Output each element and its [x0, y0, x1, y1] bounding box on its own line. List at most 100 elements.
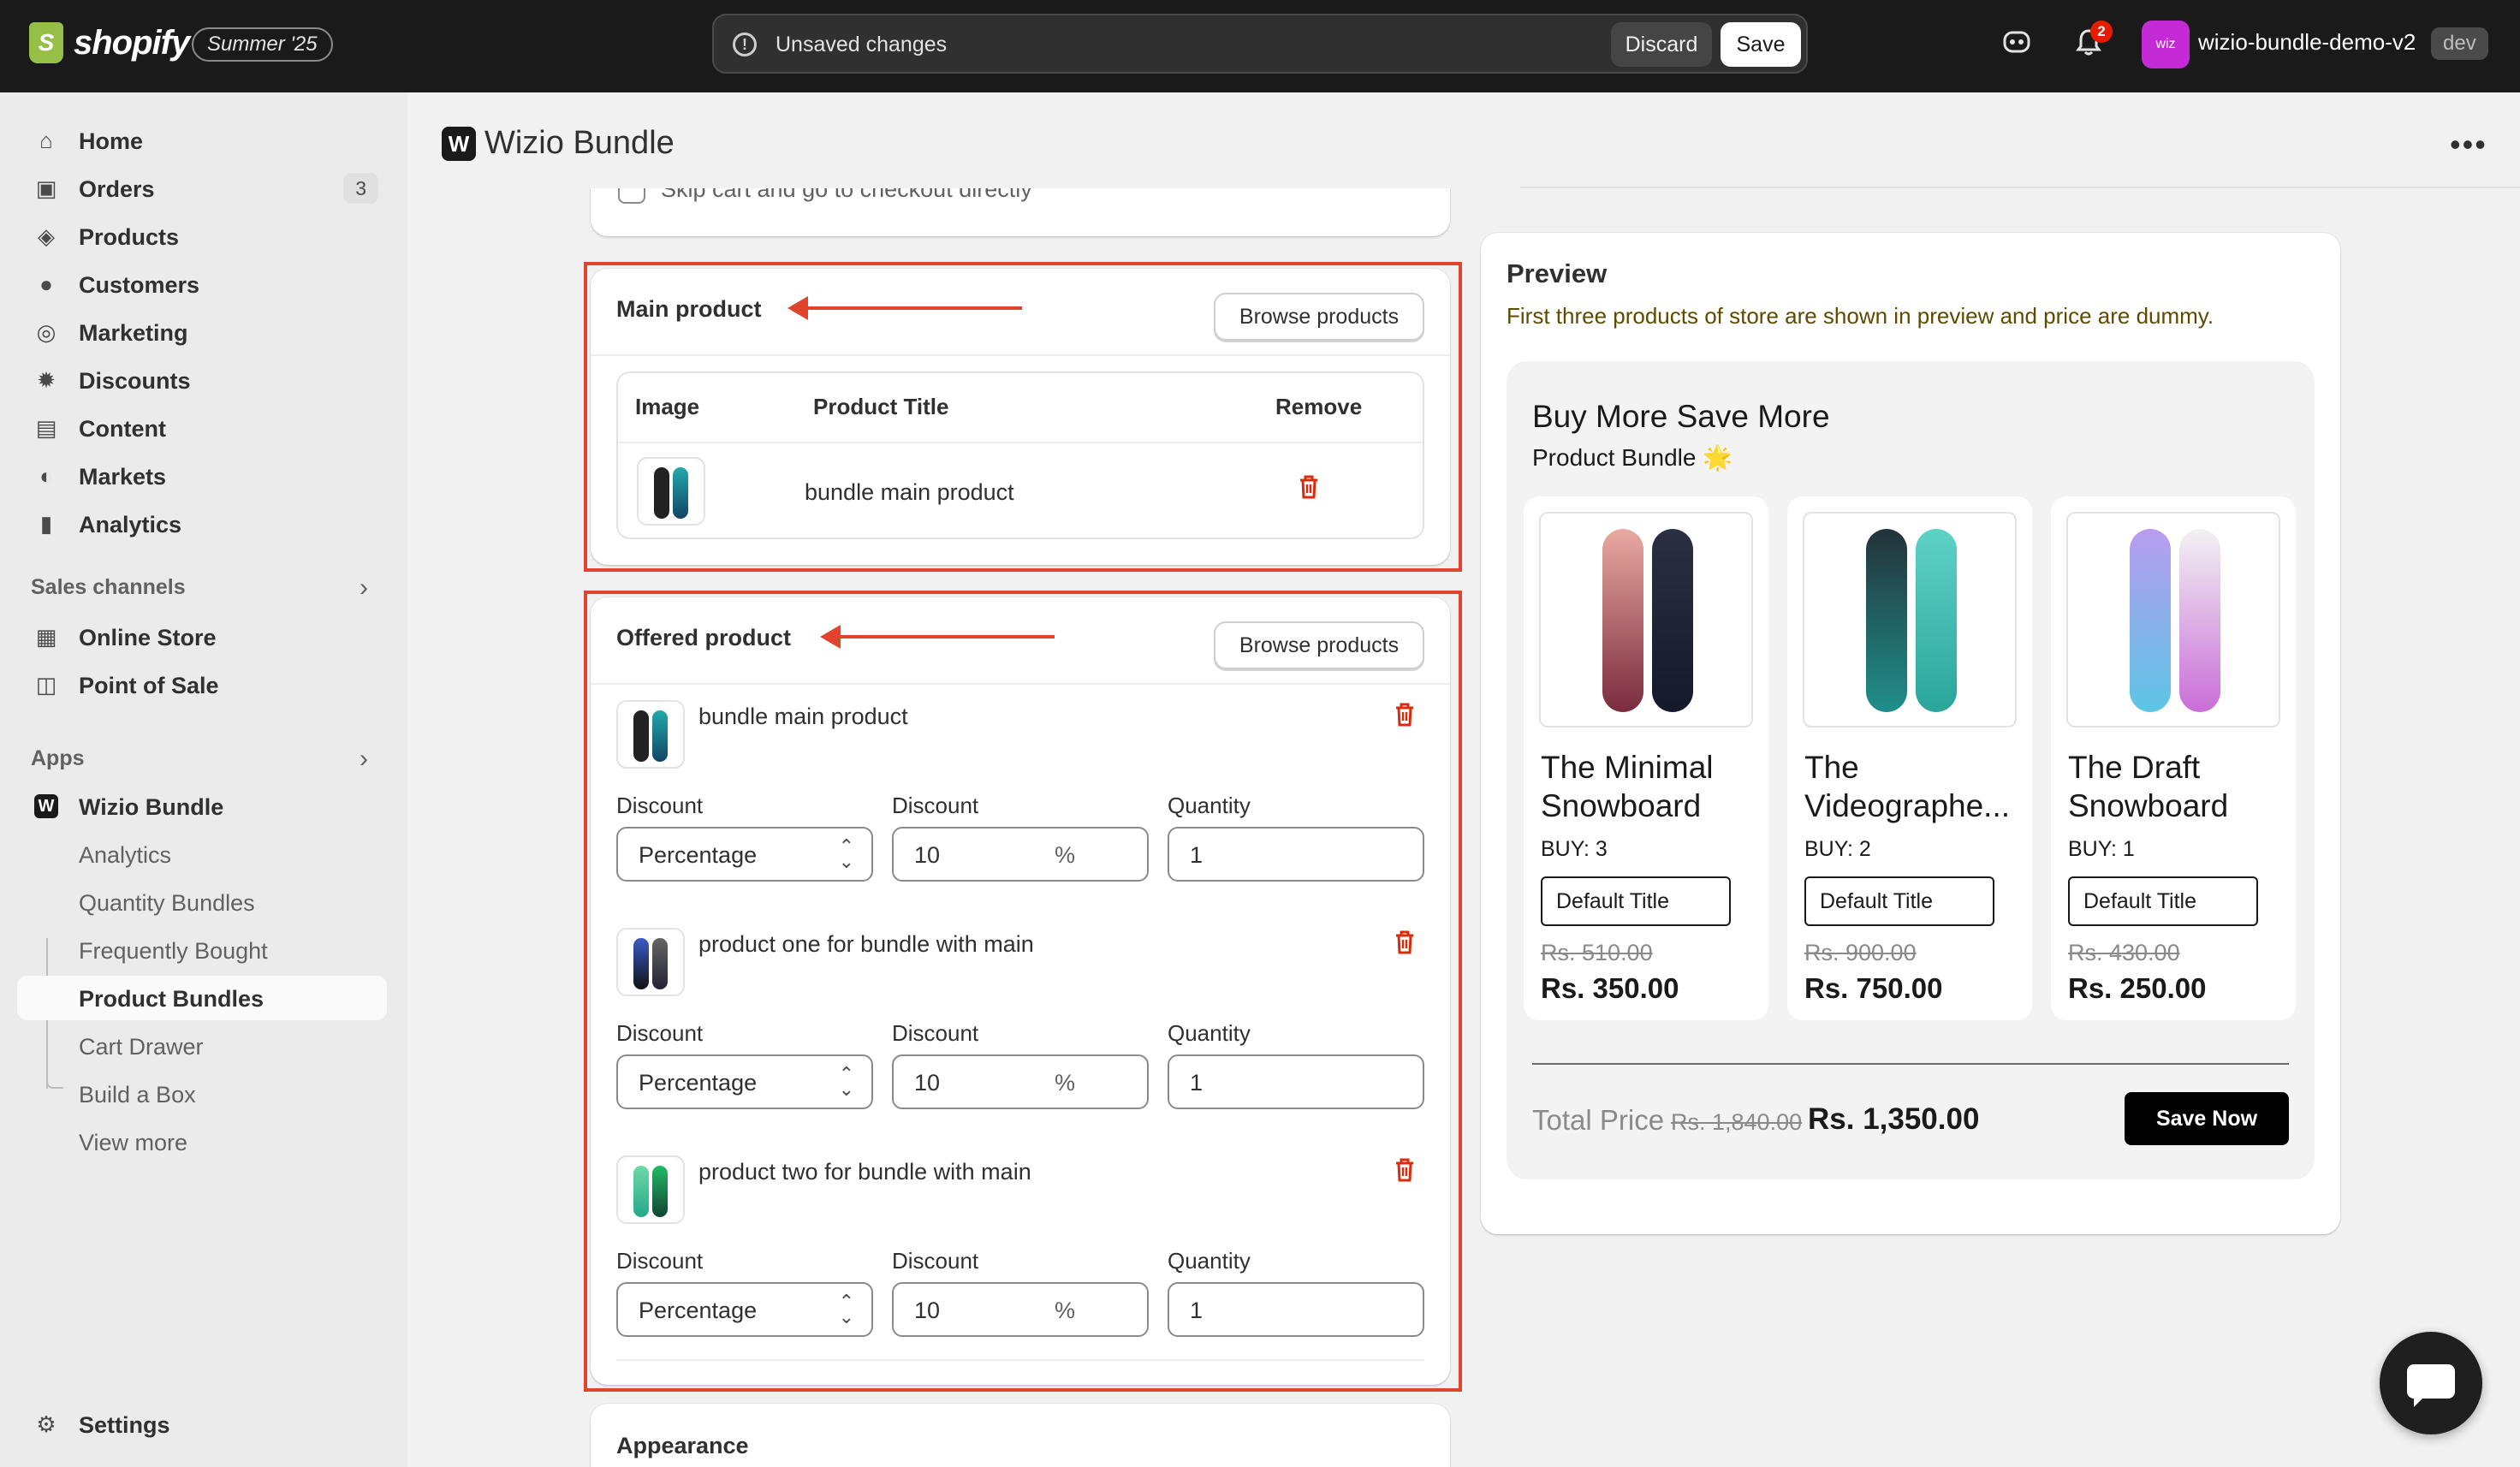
bar-chart-icon: ▮ [39, 511, 53, 537]
store-name[interactable]: wizio-bundle-demo-v2 [2198, 29, 2416, 56]
sidebar-item-marketing[interactable]: ◎ Marketing [17, 310, 387, 354]
quantity-input[interactable]: 1 [1168, 1282, 1424, 1337]
more-actions-icon[interactable]: ••• [2450, 127, 2487, 163]
sidebar-item-customers[interactable]: ● Customers [17, 262, 387, 306]
discount-value-input[interactable]: 10 % [892, 1054, 1149, 1109]
sidebar-subitem-cart-drawer[interactable]: Cart Drawer [17, 1024, 387, 1068]
sidebar-item-label: Markets [79, 464, 167, 490]
offered-product-title: Offered product [616, 625, 792, 650]
discount-type-select[interactable]: Percentage ⌃ ⌄ [616, 827, 873, 882]
quantity-input[interactable]: 1 [1168, 827, 1424, 882]
chevron-right-icon[interactable]: › [360, 573, 368, 603]
discard-button[interactable]: Discard [1611, 22, 1712, 67]
notification-count: 2 [2090, 21, 2113, 43]
browse-products-button[interactable]: Browse products [1214, 293, 1424, 341]
sidebar-item-content[interactable]: ▤ Content [17, 406, 387, 450]
sidebar-item-label: Customers [79, 272, 200, 298]
quantity-input[interactable]: 1 [1168, 1054, 1424, 1109]
snowboard-image [2130, 529, 2171, 712]
compare-at-price: Rs. 430.00 [2068, 940, 2180, 965]
sidebar-subitem-quantity-bundles[interactable]: Quantity Bundles [17, 880, 387, 924]
chevron-right-icon[interactable]: › [360, 745, 368, 774]
sidebar-item-settings[interactable]: ⚙ Settings [17, 1402, 387, 1446]
preview-title: Preview [1507, 258, 1608, 288]
discount-icon: ✹ [37, 367, 56, 393]
subitem-label: Frequently Bought [79, 938, 268, 964]
variant-select[interactable]: Default Title [2068, 876, 2258, 926]
sidebar-item-wizio-bundle[interactable]: W Wizio Bundle [17, 784, 387, 829]
store-avatar[interactable]: wiz [2142, 21, 2190, 68]
percent-suffix: % [1055, 842, 1076, 868]
total-compare-price: Rs. 1,840.00 [1671, 1109, 1803, 1135]
sidebar-item-analytics[interactable]: ▮ Analytics [17, 502, 387, 546]
trash-icon[interactable] [1298, 474, 1320, 500]
main-product-name: bundle main product [805, 479, 1014, 505]
column-header-image: Image [635, 394, 700, 419]
discount-value-input[interactable]: 10 % [892, 1282, 1149, 1337]
discount-type-select[interactable]: Percentage ⌃ ⌄ [616, 1054, 873, 1109]
sidebar-subitem-build-a-box[interactable]: Build a Box [17, 1072, 387, 1116]
discount-type-label: Discount [616, 1020, 704, 1046]
chat-button[interactable] [2380, 1332, 2482, 1434]
offered-product-name: bundle main product [698, 704, 908, 729]
sidebar-subitem-view-more[interactable]: View more [17, 1120, 387, 1164]
discount-type-select[interactable]: Percentage ⌃ ⌄ [616, 1282, 873, 1337]
save-now-button[interactable]: Save Now [2125, 1092, 2289, 1145]
sidebar-item-home[interactable]: ⌂ Home [17, 118, 387, 163]
appearance-card: Appearance [591, 1404, 1450, 1467]
subitem-label: Analytics [79, 842, 172, 868]
alert-circle-icon: ! [733, 33, 757, 56]
sidebar-item-orders[interactable]: ▣ Orders 3 [17, 166, 387, 211]
offered-product-card: Offered product Browse products bundle m… [591, 597, 1450, 1385]
store-icon: ▦ [35, 624, 57, 650]
variant-select[interactable]: Default Title [1541, 876, 1731, 926]
input-value: 10 [914, 842, 941, 868]
snowboard-image [1652, 529, 1693, 712]
chevron-up-down-icon: ⌃ ⌄ [838, 1291, 854, 1327]
apps-heading[interactable]: Apps [31, 746, 85, 771]
trash-icon[interactable] [1394, 1157, 1416, 1183]
sidebar-item-label: Products [79, 224, 180, 250]
sidebar-item-products[interactable]: ◈ Products [17, 214, 387, 258]
offered-product-thumbnail [616, 1155, 685, 1224]
compare-at-price: Rs. 900.00 [1804, 940, 1917, 965]
select-value: Percentage [639, 1070, 758, 1096]
percent-suffix: % [1055, 1298, 1076, 1323]
sidebar-item-online-store[interactable]: ▦ Online Store [17, 615, 387, 659]
snowboard-image [654, 467, 669, 519]
sidebar: ⌂ Home ▣ Orders 3 ◈ Products ● Customers… [0, 92, 407, 1467]
variant-select[interactable]: Default Title [1804, 876, 1994, 926]
input-value: 10 [914, 1070, 941, 1096]
sidebar-item-discounts[interactable]: ✹ Discounts [17, 358, 387, 402]
sidebar-item-markets[interactable]: ◐ Markets [17, 454, 387, 498]
sidebar-subitem-analytics[interactable]: Analytics [17, 832, 387, 876]
discount-value-input[interactable]: 10 % [892, 827, 1149, 882]
inbox-icon: ▣ [35, 175, 57, 201]
annotation-arrow [788, 296, 1022, 320]
sidebar-item-label: Analytics [79, 512, 182, 538]
sales-channels-heading[interactable]: Sales channels [31, 575, 186, 600]
sidebar-item-label: Orders [79, 176, 155, 202]
input-value: 1 [1190, 1070, 1204, 1096]
trash-icon[interactable] [1394, 929, 1416, 955]
total-price-label: Total Price [1532, 1104, 1665, 1136]
input-value: 10 [914, 1298, 941, 1323]
globe-icon: ◐ [39, 463, 53, 489]
save-button[interactable]: Save [1721, 22, 1801, 67]
buy-quantity: BUY: 2 [1804, 837, 1871, 861]
snowboard-image [652, 1166, 668, 1217]
chevron-up-down-icon: ⌃ ⌄ [838, 1063, 854, 1100]
sidebar-subitem-frequently-bought[interactable]: Frequently Bought [17, 928, 387, 972]
snowboard-image [1916, 529, 1957, 712]
trash-icon[interactable] [1394, 702, 1416, 728]
divider [618, 442, 1423, 443]
quantity-label: Quantity [1168, 793, 1251, 818]
edition-badge[interactable]: Summer '25 [192, 27, 333, 62]
sidekick-icon[interactable] [2000, 27, 2034, 62]
sidebar-subitem-product-bundles[interactable]: Product Bundles [17, 976, 387, 1020]
divider [616, 1359, 1424, 1361]
sidebar-item-point-of-sale[interactable]: ◫ Point of Sale [17, 662, 387, 707]
browse-products-button[interactable]: Browse products [1214, 621, 1424, 669]
shopify-logo[interactable]: shopify [29, 22, 190, 63]
snowboard-image [1602, 529, 1643, 712]
